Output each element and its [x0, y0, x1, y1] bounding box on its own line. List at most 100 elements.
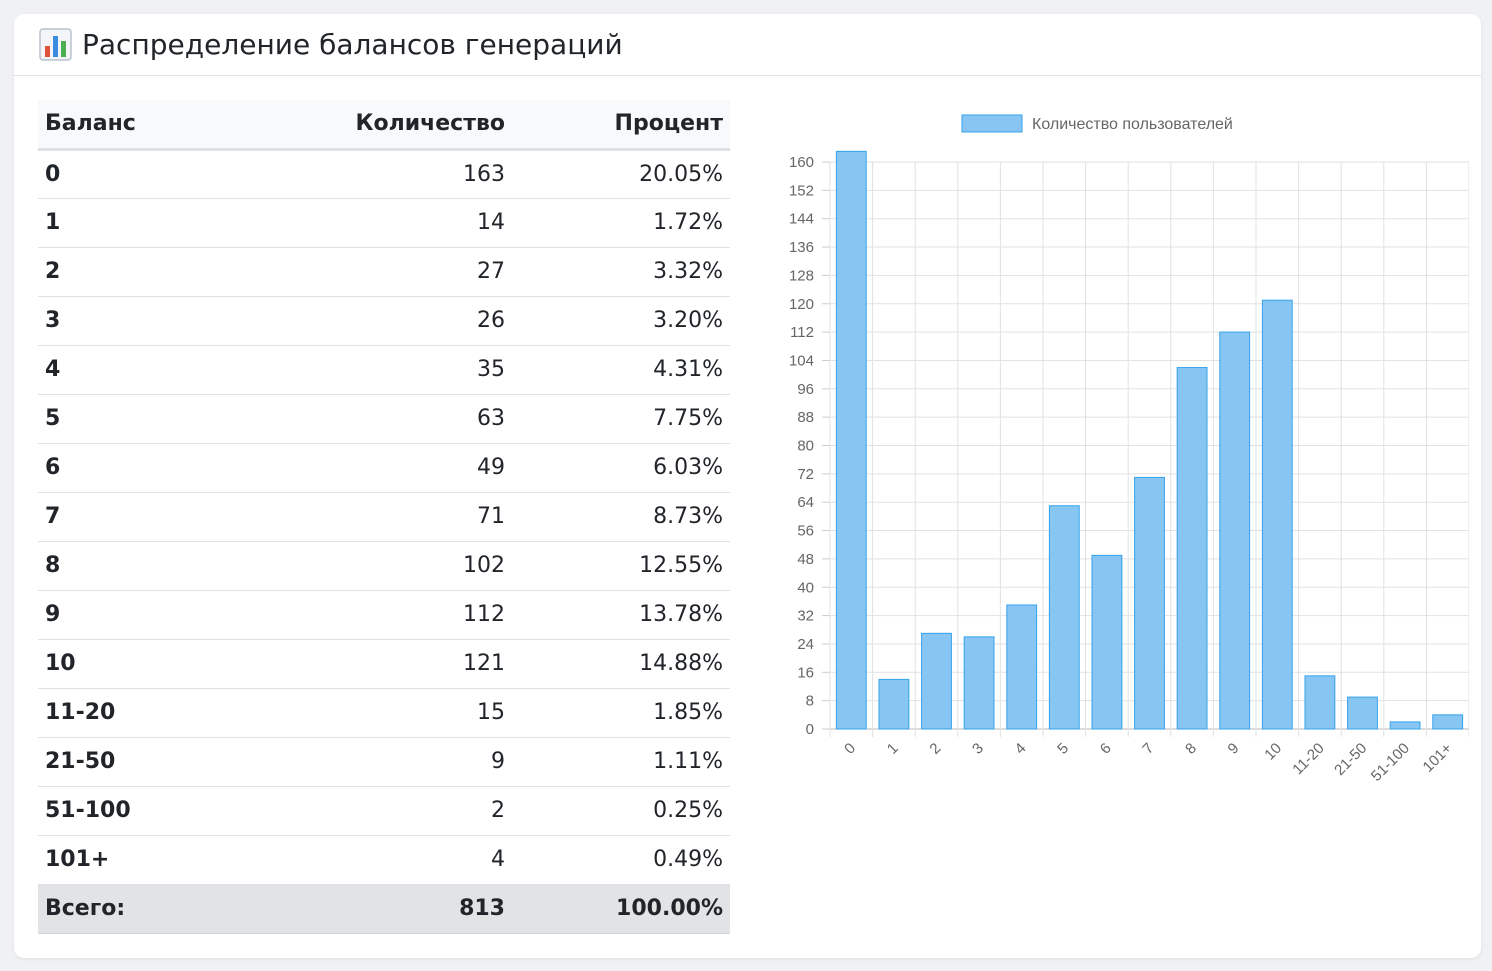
y-tick-label: 64: [797, 494, 814, 511]
bar-2[interactable]: [921, 632, 952, 730]
x-tick-label: 8: [1182, 740, 1200, 758]
bar-4[interactable]: [1006, 604, 1038, 730]
bar-7[interactable]: [1134, 476, 1165, 730]
x-axis-ticks: 0 1 2 3 4 5 6 7 8 9 10 11-20 21-5051-100 101+: [841, 740, 1455, 785]
cell-count: 49: [262, 443, 512, 493]
cell-balance: 1: [38, 198, 262, 248]
cell-balance: 9: [38, 590, 262, 640]
table-row: 7 71 8.73%: [38, 492, 730, 542]
x-tick-label: 2: [926, 740, 944, 758]
balance-chart-container: Количество пользователей 0 8 16 24 32 40 48 56 6…: [764, 106, 1470, 806]
cell-count: 2: [262, 786, 512, 836]
cell-count: 14: [262, 198, 512, 248]
table-row: 8 102 12.55%: [38, 541, 730, 591]
bar-8[interactable]: [1176, 367, 1208, 730]
cell-balance: 0: [38, 149, 262, 199]
bar-1[interactable]: [878, 678, 910, 730]
bar-10[interactable]: [1261, 299, 1293, 730]
cell-percent: 14.88%: [512, 639, 730, 689]
bar-6[interactable]: [1091, 554, 1123, 730]
bar-0[interactable]: [835, 150, 867, 730]
y-tick-label: 32: [797, 608, 814, 625]
bar-101+[interactable]: [1432, 714, 1464, 730]
x-tick-label: 6: [1097, 740, 1115, 758]
y-tick-label: 96: [797, 381, 814, 398]
chart-bars: [835, 150, 1464, 730]
y-tick-label: 72: [797, 466, 814, 483]
balance-table-container: Баланс Количество Процент 0 163 20.05% 1…: [38, 100, 730, 934]
bar-21-50[interactable]: [1347, 696, 1378, 730]
x-tick-label: 51-100: [1368, 740, 1413, 785]
table-row: 10 121 14.88%: [38, 639, 730, 689]
table-row: 9 112 13.78%: [38, 590, 730, 640]
cell-balance: 5: [38, 394, 262, 444]
column-header-balance: Баланс: [38, 100, 262, 151]
bar-3[interactable]: [963, 636, 995, 730]
legend-swatch: [961, 114, 1023, 133]
y-tick-label: 128: [789, 267, 814, 284]
cell-count: 35: [262, 345, 512, 395]
bar-51-100[interactable]: [1389, 721, 1421, 730]
cell-percent: 12.55%: [512, 541, 730, 591]
x-tick-label: 5: [1054, 740, 1072, 758]
bar-5[interactable]: [1048, 505, 1080, 730]
x-tick-label: 1: [884, 740, 902, 758]
cell-count: 27: [262, 247, 512, 297]
x-tick-label: 21-50: [1331, 740, 1370, 779]
cell-percent: 3.20%: [512, 296, 730, 346]
balance-table: Баланс Количество Процент 0 163 20.05% 1…: [38, 100, 730, 934]
table-row: 5 63 7.75%: [38, 394, 730, 444]
y-tick-label: 24: [797, 636, 814, 653]
y-tick-label: 80: [797, 438, 814, 455]
cell-count: 26: [262, 296, 512, 346]
cell-percent: 8.73%: [512, 492, 730, 542]
y-tick-label: 120: [789, 296, 814, 313]
table-row: 3 26 3.20%: [38, 296, 730, 346]
table-header-row: Баланс Количество Процент: [38, 100, 730, 151]
cell-balance: 21-50: [38, 737, 262, 787]
y-tick-label: 104: [789, 352, 814, 369]
bar-chart-icon: [39, 28, 72, 61]
card-header: Распределение балансов генераций: [14, 14, 1481, 76]
cell-percent: 20.05%: [512, 149, 730, 199]
cell-balance: 6: [38, 443, 262, 493]
cell-percent: 1.72%: [512, 198, 730, 248]
x-tick-label: 11-20: [1289, 740, 1327, 778]
table-row: 1 14 1.72%: [38, 198, 730, 248]
x-tick-label: 7: [1139, 740, 1157, 758]
cell-percent: 1.11%: [512, 737, 730, 787]
x-tick-label: 4: [1012, 740, 1030, 758]
page-title-text: Распределение балансов генераций: [82, 28, 623, 61]
y-tick-label: 8: [806, 693, 814, 710]
chart-legend[interactable]: Количество пользователей: [961, 114, 1233, 133]
cell-percent: 13.78%: [512, 590, 730, 640]
cell-balance: 3: [38, 296, 262, 346]
table-total-row: Всего: 813 100.00%: [38, 884, 730, 934]
cell-percent: 0.49%: [512, 835, 730, 885]
cell-percent: 7.75%: [512, 394, 730, 444]
y-tick-label: 88: [797, 409, 814, 426]
y-tick-label: 144: [789, 211, 814, 228]
legend-label: Количество пользователей: [1032, 116, 1233, 133]
cell-percent: 3.32%: [512, 247, 730, 297]
table-row: 2 27 3.32%: [38, 247, 730, 297]
page-title: Распределение балансов генераций: [39, 28, 623, 61]
cell-percent: 6.03%: [512, 443, 730, 493]
cell-count: 102: [262, 541, 512, 591]
table-row: 11-20 15 1.85%: [38, 688, 730, 738]
y-tick-label: 0: [806, 721, 814, 738]
balance-bar-chart: Количество пользователей 081624324048566…: [789, 114, 1470, 785]
y-tick-label: 40: [797, 579, 814, 596]
cell-count: 63: [262, 394, 512, 444]
cell-balance: 4: [38, 345, 262, 395]
y-axis-ticks: 0 8 16 24 32 40 48 56 64 72 80 88 96 104 112 120 128 136 1…: [789, 154, 814, 738]
total-label: Всего:: [38, 884, 262, 934]
cell-balance: 101+: [38, 835, 262, 885]
bar-11-20[interactable]: [1304, 675, 1336, 730]
column-header-percent: Процент: [512, 100, 730, 151]
y-tick-label: 56: [797, 523, 814, 540]
cell-balance: 10: [38, 639, 262, 689]
table-row: 101+ 4 0.49%: [38, 835, 730, 885]
bar-9[interactable]: [1219, 331, 1251, 730]
x-tick-label: 101+: [1420, 740, 1456, 776]
